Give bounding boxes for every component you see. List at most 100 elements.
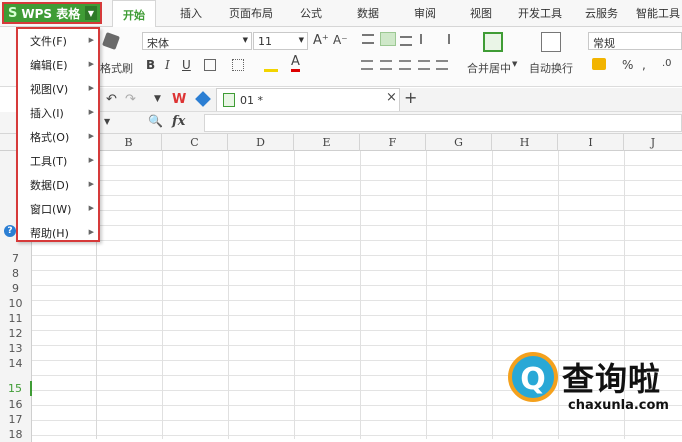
row-header[interactable]: 11 <box>0 311 32 326</box>
distributed-icon[interactable] <box>436 60 448 70</box>
border-icon[interactable] <box>204 59 216 71</box>
chevron-down-icon: ▼ <box>298 36 304 44</box>
merge-center-icon[interactable] <box>483 32 503 52</box>
tab-home[interactable]: 开始 <box>112 0 156 27</box>
row-header-selected[interactable]: 15 <box>0 381 32 396</box>
column-header[interactable]: H <box>492 134 558 151</box>
row-header[interactable]: 10 <box>0 296 32 311</box>
chevron-right-icon: ▶ <box>88 228 94 236</box>
column-header[interactable]: C <box>162 134 228 151</box>
highlight-color-icon[interactable] <box>264 58 278 72</box>
align-middle-icon[interactable] <box>380 32 396 46</box>
close-icon[interactable]: × <box>386 90 397 105</box>
chevron-right-icon: ▶ <box>88 60 94 68</box>
column-header[interactable]: J <box>624 134 682 151</box>
column-header[interactable]: E <box>294 134 360 151</box>
font-name-select[interactable]: 宋体 ▼ <box>142 32 252 50</box>
chevron-right-icon: ▶ <box>88 36 94 44</box>
undo-icon[interactable]: ↶ <box>106 92 117 107</box>
zoom-search-icon[interactable]: 🔍 <box>148 114 163 128</box>
wps-app-menu: 文件(F) ▶ 编辑(E) ▶ 视图(V) ▶ 插入(I) ▶ 格式(O) ▶ … <box>16 27 100 242</box>
document-tab[interactable]: 01 * <box>216 88 400 111</box>
row-header[interactable]: 18 <box>0 427 32 442</box>
menu-item-window[interactable]: 窗口(W) <box>30 201 71 217</box>
menu-item-format[interactable]: 格式(O) <box>30 129 69 145</box>
row-header[interactable]: 7 <box>0 251 32 266</box>
font-size-value: 11 <box>258 35 272 48</box>
row-header[interactable]: 17 <box>0 412 32 427</box>
font-color-icon[interactable]: A <box>291 55 300 72</box>
watermark-name: 查询啦 <box>562 360 662 398</box>
indent-decrease-icon[interactable] <box>420 34 432 44</box>
customize-toolbar-icon[interactable]: ▼ <box>154 94 161 104</box>
column-header[interactable]: D <box>228 134 294 151</box>
indent-increase-icon[interactable] <box>438 34 450 44</box>
align-left-icon[interactable] <box>361 60 373 70</box>
help-icon[interactable]: ? <box>4 225 16 237</box>
align-bottom-icon[interactable] <box>400 36 412 46</box>
chevron-right-icon: ▶ <box>88 204 94 212</box>
chevron-right-icon: ▶ <box>88 132 94 140</box>
justify-icon[interactable] <box>418 60 430 70</box>
menu-item-tools[interactable]: 工具(T) <box>30 153 67 169</box>
row-header[interactable]: 9 <box>0 281 32 296</box>
tab-smart-tools[interactable]: 智能工具 <box>636 5 680 21</box>
underline-icon[interactable]: U <box>182 58 191 72</box>
wrap-text-icon[interactable] <box>541 32 561 52</box>
spreadsheet-file-icon <box>223 93 235 107</box>
font-size-select[interactable]: 11 ▼ <box>253 32 308 50</box>
font-name-value: 宋体 <box>147 37 169 50</box>
chevron-down-icon[interactable]: ▼ <box>85 6 97 20</box>
chevron-down-icon[interactable]: ▼ <box>512 60 517 68</box>
wps-app-button[interactable]: S WPS 表格 ▼ <box>2 2 102 24</box>
cell-fill-icon[interactable] <box>232 59 244 71</box>
menu-item-file[interactable]: 文件(F) <box>30 33 67 49</box>
tab-data[interactable]: 数据 <box>357 5 379 21</box>
column-header[interactable]: F <box>360 134 426 151</box>
tab-insert[interactable]: 插入 <box>180 5 202 21</box>
wrap-text-label[interactable]: 自动换行 <box>529 60 573 76</box>
menu-item-view[interactable]: 视图(V) <box>30 81 68 97</box>
row-header[interactable]: 14 <box>0 356 32 371</box>
menu-item-help[interactable]: 帮助(H) <box>30 225 69 241</box>
name-box-dropdown-icon[interactable]: ▼ <box>104 117 110 126</box>
fx-icon[interactable]: fx <box>172 114 185 129</box>
menu-item-insert[interactable]: 插入(I) <box>30 105 64 121</box>
number-format-select[interactable]: 常规 <box>588 32 682 50</box>
comma-style-icon[interactable]: , <box>642 58 646 72</box>
align-right-icon[interactable] <box>399 60 411 70</box>
column-header[interactable]: I <box>558 134 624 151</box>
wps-logo-icon: S <box>8 5 18 21</box>
align-top-icon[interactable] <box>362 34 374 44</box>
increase-decimal-icon[interactable]: .0 <box>662 58 672 69</box>
tab-cloud[interactable]: 云服务 <box>585 5 618 21</box>
italic-icon[interactable]: I <box>165 58 170 72</box>
tab-page-layout[interactable]: 页面布局 <box>229 5 273 21</box>
format-painter-label[interactable]: 格式刷 <box>100 60 133 76</box>
column-header[interactable]: B <box>96 134 162 151</box>
column-header[interactable]: G <box>426 134 492 151</box>
percent-icon[interactable]: % <box>622 58 633 72</box>
add-tab-icon[interactable]: + <box>404 88 417 107</box>
row-header[interactable]: 8 <box>0 266 32 281</box>
align-center-icon[interactable] <box>380 60 392 70</box>
increase-font-icon[interactable]: A⁺ <box>313 33 329 48</box>
wps-home-icon[interactable]: W <box>172 92 186 107</box>
menu-item-edit[interactable]: 编辑(E) <box>30 57 68 73</box>
watermark-url: chaxunla.com <box>568 398 669 413</box>
formula-input[interactable] <box>204 114 682 132</box>
redo-icon[interactable]: ↷ <box>125 92 136 107</box>
merge-center-label[interactable]: 合并居中 <box>467 60 511 76</box>
tab-formulas[interactable]: 公式 <box>300 5 322 21</box>
row-header[interactable]: 16 <box>0 397 32 412</box>
bold-icon[interactable]: B <box>146 58 155 72</box>
row-header[interactable]: 12 <box>0 326 32 341</box>
document-name: 01 * <box>240 93 263 107</box>
currency-icon[interactable] <box>592 58 606 70</box>
decrease-font-icon[interactable]: A⁻ <box>333 33 348 47</box>
tab-developer[interactable]: 开发工具 <box>518 5 562 21</box>
tab-view[interactable]: 视图 <box>470 5 492 21</box>
tab-review[interactable]: 审阅 <box>414 5 436 21</box>
row-header[interactable]: 13 <box>0 341 32 356</box>
menu-item-data[interactable]: 数据(D) <box>30 177 69 193</box>
